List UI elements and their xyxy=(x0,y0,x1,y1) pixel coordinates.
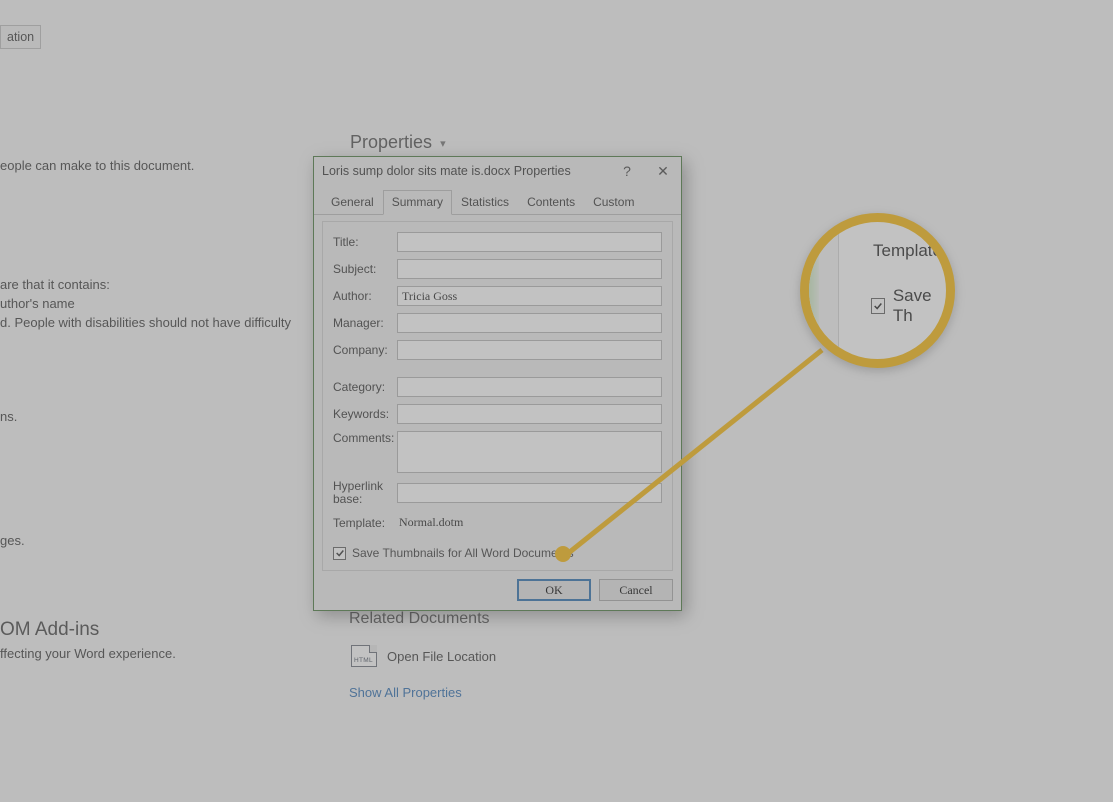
bg-text: ffecting your Word experience. xyxy=(0,646,176,661)
help-button[interactable]: ? xyxy=(609,157,645,185)
html-file-icon: HTML xyxy=(351,645,377,667)
bg-text: ns. xyxy=(0,409,17,424)
summary-panel: Title: Subject: Author: Manager: Company… xyxy=(322,221,673,571)
zoom-callout-circle: Template Save Th xyxy=(800,213,955,368)
company-input[interactable] xyxy=(397,340,662,360)
template-value: Normal.dotm xyxy=(397,513,662,533)
company-label: Company: xyxy=(333,343,397,357)
zoom-checkbox-icon xyxy=(871,298,885,314)
dialog-title: Loris sump dolor sits mate is.docx Prope… xyxy=(322,164,571,178)
save-thumbnails-row[interactable]: Save Thumbnails for All Word Documents xyxy=(333,540,662,560)
author-input[interactable] xyxy=(397,286,662,306)
hyperlink-base-label: Hyperlink base: xyxy=(333,480,397,506)
comments-label: Comments: xyxy=(333,431,397,445)
category-input[interactable] xyxy=(397,377,662,397)
properties-dropdown[interactable]: Properties ▾ xyxy=(350,132,446,153)
subject-input[interactable] xyxy=(397,259,662,279)
save-thumbnails-label: Save Thumbnails for All Word Documents xyxy=(352,546,574,560)
close-button[interactable]: ✕ xyxy=(645,157,681,185)
bg-text: are that it contains: xyxy=(0,277,110,292)
related-documents-heading: Related Documents xyxy=(349,610,490,628)
title-label: Title: xyxy=(333,235,397,249)
category-label: Category: xyxy=(333,380,397,394)
author-label: Author: xyxy=(333,289,397,303)
dialog-titlebar: Loris sump dolor sits mate is.docx Prope… xyxy=(314,157,681,185)
ribbon-fragment-button[interactable]: ation xyxy=(0,25,41,49)
zoom-template-text: Template xyxy=(873,241,942,261)
ok-button[interactable]: OK xyxy=(517,579,591,601)
com-addins-heading: OM Add-ins xyxy=(0,619,99,641)
callout-anchor-dot xyxy=(555,546,571,562)
keywords-input[interactable] xyxy=(397,404,662,424)
chevron-down-icon: ▾ xyxy=(440,138,446,150)
keywords-label: Keywords: xyxy=(333,407,397,421)
tab-statistics[interactable]: Statistics xyxy=(452,190,518,215)
tab-general[interactable]: General xyxy=(322,190,383,215)
subject-label: Subject: xyxy=(333,262,397,276)
template-label: Template: xyxy=(333,516,397,530)
show-all-properties-link[interactable]: Show All Properties xyxy=(349,685,462,700)
tab-summary[interactable]: Summary xyxy=(383,190,452,215)
document-properties-dialog: Loris sump dolor sits mate is.docx Prope… xyxy=(313,156,682,611)
open-file-location-text: Open File Location xyxy=(387,649,496,664)
manager-input[interactable] xyxy=(397,313,662,333)
title-input[interactable] xyxy=(397,232,662,252)
tab-custom[interactable]: Custom xyxy=(584,190,643,215)
bg-text: ges. xyxy=(0,533,25,548)
bg-text: uthor's name xyxy=(0,296,75,311)
properties-label-text: Properties xyxy=(350,132,432,152)
dialog-tabs: General Summary Statistics Contents Cust… xyxy=(314,189,681,215)
manager-label: Manager: xyxy=(333,316,397,330)
open-file-location-link[interactable]: HTML Open File Location xyxy=(351,645,496,667)
hyperlink-base-input[interactable] xyxy=(397,483,662,503)
cancel-button[interactable]: Cancel xyxy=(599,579,673,601)
bg-text: eople can make to this document. xyxy=(0,158,194,173)
comments-input[interactable] xyxy=(397,431,662,473)
save-thumbnails-checkbox[interactable] xyxy=(333,547,346,560)
bg-text: d. People with disabilities should not h… xyxy=(0,315,291,330)
tab-contents[interactable]: Contents xyxy=(518,190,584,215)
zoom-save-text: Save Th xyxy=(893,286,946,326)
